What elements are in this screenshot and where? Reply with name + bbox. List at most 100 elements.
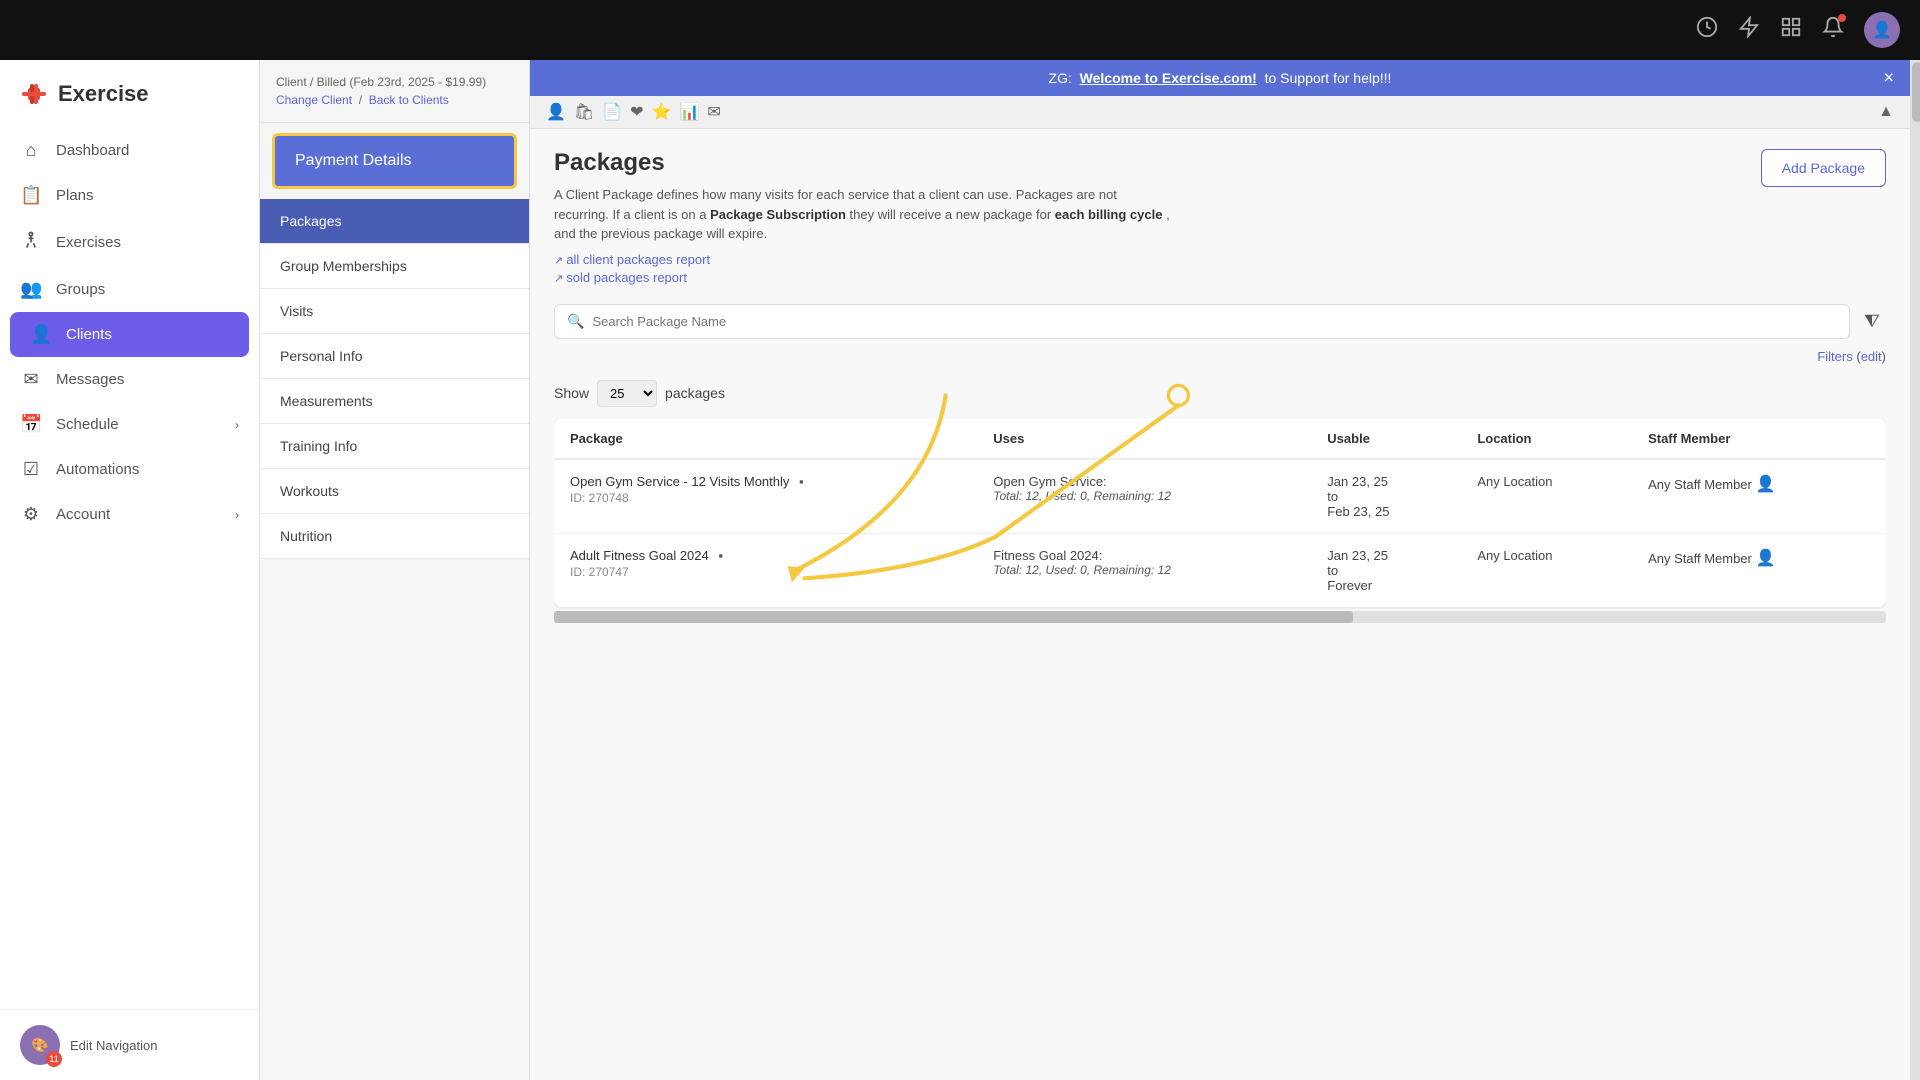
- sec-nav-workouts[interactable]: Workouts: [260, 469, 529, 514]
- package-icon-2: ▪: [718, 548, 723, 563]
- sidebar-item-schedule[interactable]: 📅 Schedule ›: [0, 402, 259, 447]
- package-id-1: ID: 270748: [570, 491, 961, 505]
- usable-cell-2: Jan 23, 25 to Forever: [1311, 533, 1461, 607]
- sec-nav-group-memberships[interactable]: Group Memberships: [260, 244, 529, 289]
- change-client-link[interactable]: Change Client: [276, 93, 352, 107]
- exercises-icon: [20, 230, 42, 255]
- table-header: Package Uses Usable Location Staff Membe…: [554, 419, 1886, 459]
- sub-header-star-icon[interactable]: ⭐: [652, 102, 672, 122]
- grid-icon[interactable]: [1780, 16, 1802, 44]
- sidebar-item-exercises[interactable]: Exercises: [0, 218, 259, 267]
- filter-button[interactable]: ⧨: [1858, 305, 1886, 338]
- logo-text: Exercise: [58, 81, 149, 107]
- sold-packages-link[interactable]: sold packages report: [554, 270, 1174, 285]
- client-billing: Client / Billed (Feb 23rd, 2025 - $19.99…: [276, 75, 513, 89]
- sub-header-up-icon[interactable]: ▲: [1878, 103, 1894, 121]
- sidebar-label-clients: Clients: [66, 326, 112, 343]
- sub-header-bag-icon[interactable]: 🛍: [574, 102, 594, 122]
- sec-nav-personal-info[interactable]: Personal Info: [260, 334, 529, 379]
- client-info-header: Client / Billed (Feb 23rd, 2025 - $19.99…: [260, 60, 529, 123]
- user-avatar[interactable]: 👤: [1864, 12, 1900, 48]
- top-bar-icons: 👤: [1696, 12, 1900, 48]
- sidebar-item-clients[interactable]: 👤 Clients: [10, 312, 249, 357]
- location-cell-1: Any Location: [1461, 459, 1632, 534]
- search-filter-row: 🔍 ⧨: [554, 304, 1886, 339]
- notif-close-button[interactable]: ×: [1883, 68, 1894, 89]
- footer-label: Edit Navigation: [70, 1038, 157, 1053]
- package-name-2: Adult Fitness Goal 2024 ▪: [570, 548, 961, 563]
- sub-header-chart-icon[interactable]: 📊: [679, 102, 699, 122]
- all-client-packages-link[interactable]: all client packages report: [554, 252, 1174, 267]
- uses-service-1: Open Gym Service:: [993, 474, 1295, 489]
- package-cell-2: Adult Fitness Goal 2024 ▪ ID: 270747: [554, 533, 977, 607]
- groups-icon: 👥: [20, 279, 42, 300]
- right-scrollbar[interactable]: [1910, 60, 1920, 1080]
- sidebar-item-account[interactable]: ⚙ Account ›: [0, 492, 259, 537]
- usable-cell-1: Jan 23, 25 to Feb 23, 25: [1311, 459, 1461, 534]
- sidebar-label-schedule: Schedule: [56, 416, 119, 433]
- packages-table: Package Uses Usable Location Staff Membe…: [554, 419, 1886, 607]
- content-area: Client / Billed (Feb 23rd, 2025 - $19.99…: [260, 60, 1920, 1080]
- packages-count-label: packages: [665, 385, 725, 401]
- table-wrapper: Package Uses Usable Location Staff Membe…: [554, 419, 1886, 623]
- package-cell-1: Open Gym Service - 12 Visits Monthly ▪ I…: [554, 459, 977, 534]
- sidebar-nav: ⌂ Dashboard 📋 Plans Exercises 👥 Groups 👤…: [0, 118, 259, 1009]
- sidebar-item-groups[interactable]: 👥 Groups: [0, 267, 259, 312]
- filters-edit-link[interactable]: edit: [1861, 349, 1882, 364]
- sidebar-item-dashboard[interactable]: ⌂ Dashboard: [0, 128, 259, 173]
- show-select[interactable]: 25 50 100: [597, 380, 657, 407]
- packages-info: Packages A Client Package defines how ma…: [554, 149, 1174, 288]
- sidebar-label-groups: Groups: [56, 281, 105, 298]
- account-icon: ⚙: [20, 504, 42, 525]
- secondary-sidebar: Client / Billed (Feb 23rd, 2025 - $19.99…: [260, 60, 530, 1080]
- filters-label: Filters: [1817, 349, 1852, 364]
- filters-row: Filters (edit): [554, 349, 1886, 364]
- sidebar-item-messages[interactable]: ✉ Messages: [0, 357, 259, 402]
- staff-icon-2: 👤: [1756, 550, 1776, 567]
- staff-cell-2: Any Staff Member 👤: [1632, 533, 1886, 607]
- uses-cell-2: Fitness Goal 2024: Total: 12, Used: 0, R…: [977, 533, 1311, 607]
- uses-cell-1: Open Gym Service: Total: 12, Used: 0, Re…: [977, 459, 1311, 534]
- logo-icon: [20, 80, 48, 108]
- sec-nav-visits[interactable]: Visits: [260, 289, 529, 334]
- sidebar-label-plans: Plans: [56, 187, 94, 204]
- date-range-1: Jan 23, 25 to Feb 23, 25: [1327, 474, 1445, 519]
- sub-header-user-icon[interactable]: 👤: [546, 102, 566, 122]
- staff-icon-1: 👤: [1756, 476, 1776, 493]
- lightning-icon[interactable]: [1738, 16, 1760, 44]
- date-range-2: Jan 23, 25 to Forever: [1327, 548, 1445, 593]
- desc-bold2: each billing cycle: [1055, 207, 1163, 222]
- uses-service-2: Fitness Goal 2024:: [993, 548, 1295, 563]
- sub-header-heart-icon[interactable]: ❤: [630, 102, 643, 122]
- sec-nav-training-info[interactable]: Training Info: [260, 424, 529, 469]
- sub-header-mail-icon[interactable]: ✉: [707, 102, 720, 122]
- sec-nav-measurements[interactable]: Measurements: [260, 379, 529, 424]
- sub-header-doc-icon[interactable]: 📄: [602, 102, 622, 122]
- notif-suffix: to Support for help!!!: [1265, 70, 1392, 86]
- show-label: Show: [554, 385, 589, 401]
- clock-icon[interactable]: [1696, 16, 1718, 44]
- package-name-1: Open Gym Service - 12 Visits Monthly ▪: [570, 474, 961, 489]
- sec-nav-nutrition[interactable]: Nutrition: [260, 514, 529, 559]
- sidebar-footer[interactable]: 🎨 11 Edit Navigation: [0, 1009, 259, 1080]
- schedule-icon: 📅: [20, 414, 42, 435]
- package-icon-1: ▪: [799, 474, 804, 489]
- add-package-button[interactable]: Add Package: [1761, 149, 1886, 187]
- top-bar: 👤: [0, 0, 1920, 60]
- back-to-clients-link[interactable]: Back to Clients: [369, 93, 449, 107]
- sidebar-label-exercises: Exercises: [56, 234, 121, 251]
- sidebar-item-automations[interactable]: ☑ Automations: [0, 447, 259, 492]
- search-box: 🔍: [554, 304, 1850, 339]
- search-input[interactable]: [592, 314, 1837, 329]
- table-row: Adult Fitness Goal 2024 ▪ ID: 270747 Fit…: [554, 533, 1886, 607]
- payment-details-box[interactable]: Payment Details: [272, 133, 517, 189]
- horizontal-scrollbar[interactable]: [554, 611, 1886, 623]
- sidebar-item-plans[interactable]: 📋 Plans: [0, 173, 259, 218]
- uses-total-1: Total: 12, Used: 0, Remaining: 12: [993, 489, 1295, 503]
- payment-details-label: Payment Details: [295, 152, 494, 170]
- sec-nav-packages[interactable]: Packages: [260, 199, 529, 244]
- bell-icon[interactable]: [1822, 16, 1844, 44]
- account-arrow: ›: [235, 508, 239, 522]
- sidebar-label-account: Account: [56, 506, 110, 523]
- footer-avatar: 🎨 11: [20, 1025, 60, 1065]
